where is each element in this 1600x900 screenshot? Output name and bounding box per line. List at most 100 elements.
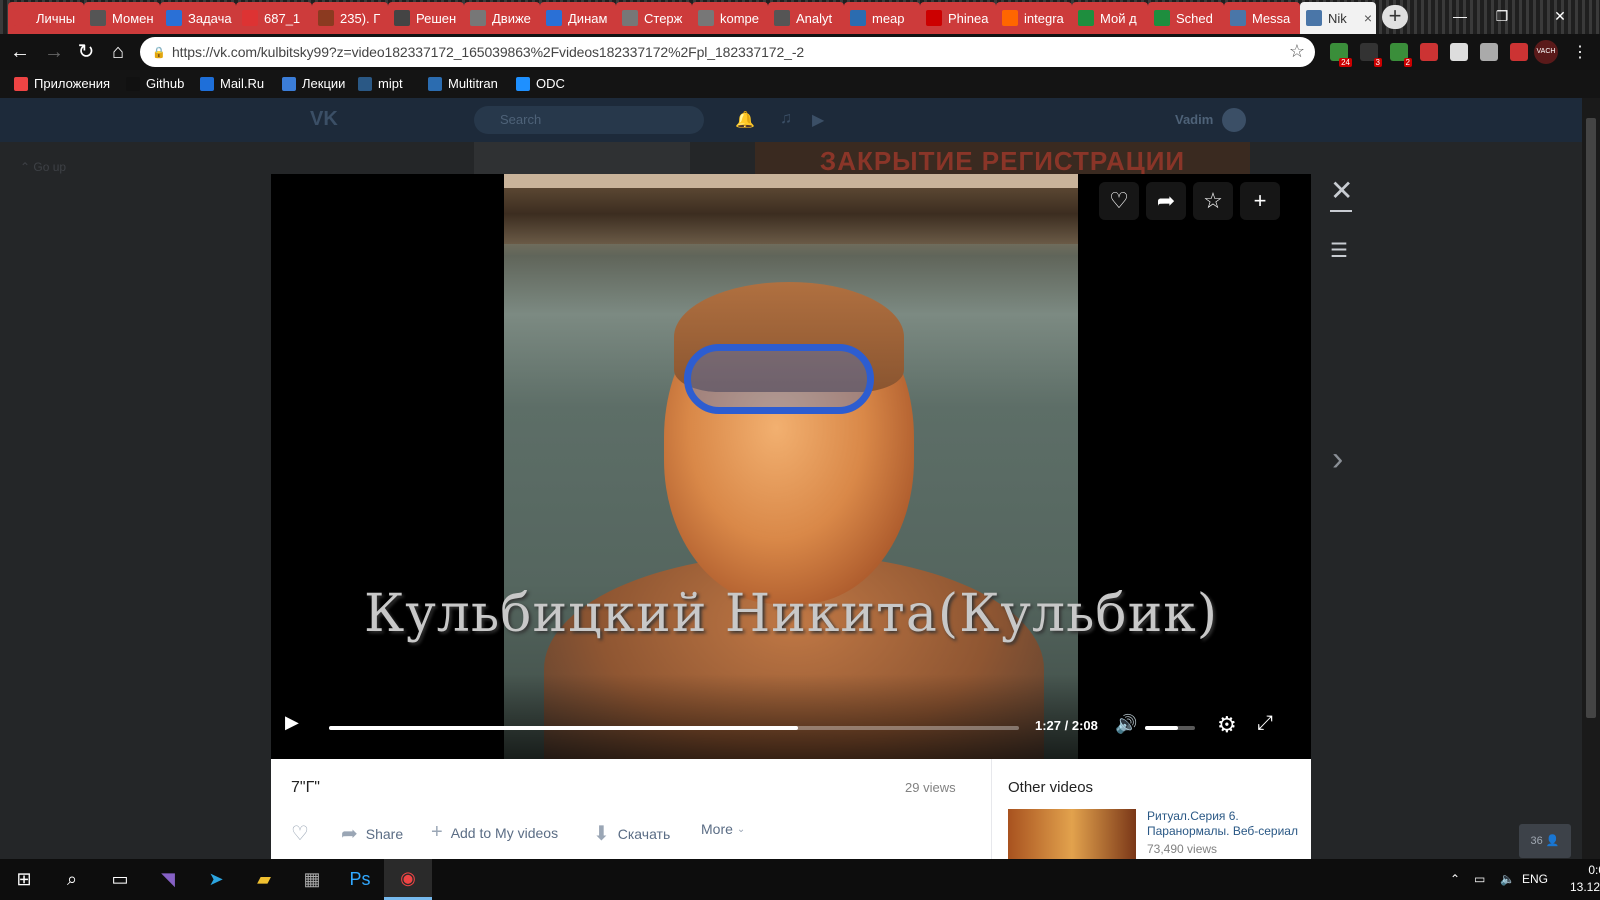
tab-10[interactable]: kompe xyxy=(692,2,768,34)
go-up-link[interactable]: ⌃ Go up xyxy=(20,160,66,174)
tab-6[interactable]: Решен xyxy=(388,2,464,34)
tab-1[interactable]: Личны xyxy=(8,2,84,34)
user-name[interactable]: Vadim xyxy=(1175,112,1213,127)
favorite-video-button[interactable]: ☆ xyxy=(1193,182,1233,220)
extension-icon-7[interactable] xyxy=(1510,43,1528,61)
url-text[interactable]: https://vk.com/kulbitsky99?z=video182337… xyxy=(172,44,804,60)
extension-icon-6[interactable] xyxy=(1480,43,1498,61)
share-button[interactable]: ➦ Share xyxy=(341,821,403,846)
playlist-icon[interactable]: ☰ xyxy=(1330,238,1348,263)
minimize-player-icon[interactable] xyxy=(1330,210,1352,212)
other-video-thumbnail[interactable] xyxy=(1008,809,1136,859)
extension-icon-2[interactable]: 3 xyxy=(1360,43,1382,67)
bookmark-2[interactable]: Github xyxy=(126,76,184,91)
download-button[interactable]: ⬇ Скачать xyxy=(593,821,670,846)
tab-5[interactable]: 235). Г xyxy=(312,2,388,34)
tab-16[interactable]: Sched xyxy=(1148,2,1224,34)
photoshop-icon[interactable]: Ps xyxy=(336,859,384,900)
tab-14[interactable]: integra xyxy=(996,2,1072,34)
chrome-icon[interactable]: ◉ xyxy=(384,859,432,900)
minimize-button[interactable]: — xyxy=(1440,4,1480,28)
notifications-bell-icon[interactable]: 🔔 xyxy=(735,110,755,130)
extension-icon-3[interactable]: 2 xyxy=(1390,43,1412,67)
clock-time[interactable]: 0:02 xyxy=(1570,863,1600,877)
bookmark-6[interactable]: Multitran xyxy=(428,76,498,91)
tab-8[interactable]: Динам xyxy=(540,2,616,34)
tab-2[interactable]: Момен xyxy=(84,2,160,34)
close-window-button[interactable]: ✕ xyxy=(1540,4,1580,28)
address-bar[interactable]: 🔒 https://vk.com/kulbitsky99?z=video1823… xyxy=(140,37,1315,67)
extension-icon-1[interactable]: 24 xyxy=(1330,43,1352,67)
maximize-button[interactable]: ❐ xyxy=(1482,4,1522,28)
progress-fill xyxy=(329,726,799,730)
back-button[interactable]: ← xyxy=(8,40,32,64)
share-video-button[interactable]: ➦ xyxy=(1146,182,1186,220)
tab-12[interactable]: meap xyxy=(844,2,920,34)
progress-bar[interactable] xyxy=(329,726,1019,730)
video-player[interactable]: Кульбицкий Никита(Кульбик) ♡ ➦ ☆ + ▶ 1:2… xyxy=(271,174,1311,759)
bookmark-4[interactable]: Лекции xyxy=(282,76,345,91)
viewers-count-badge[interactable]: 36 👤 xyxy=(1519,824,1571,858)
tab-7[interactable]: Движе xyxy=(464,2,540,34)
forward-button[interactable]: → xyxy=(42,40,66,64)
close-tab-icon[interactable]: × xyxy=(1364,10,1372,26)
extension-icon-4[interactable] xyxy=(1420,43,1438,61)
tab-18[interactable]: Nik × xyxy=(1300,2,1376,34)
video-icon[interactable]: ▶ xyxy=(812,110,824,130)
bookmark-7[interactable]: ODC xyxy=(516,76,565,91)
volume-tray-icon[interactable]: 🔈 xyxy=(1500,872,1515,886)
clock-date[interactable]: 13.12.2018 xyxy=(1560,880,1600,894)
windows-start-icon[interactable]: ⊞ xyxy=(0,859,48,900)
bookmark-5[interactable]: mipt xyxy=(358,76,403,91)
play-button[interactable]: ▶ xyxy=(285,712,299,733)
browser-toolbar: ← → ↻ ⌂ 🔒 https://vk.com/kulbitsky99?z=v… xyxy=(0,34,1600,70)
more-button[interactable]: More ⌄ xyxy=(701,821,745,837)
vk-search-input[interactable]: Search xyxy=(474,106,704,134)
other-video-title[interactable]: Ритуал.Серия 6. Паранормалы. Веб-сериал xyxy=(1147,809,1307,839)
language-indicator[interactable]: ENG xyxy=(1522,872,1548,886)
tab-17[interactable]: Messa xyxy=(1224,2,1300,34)
bookmark-1[interactable]: Приложения xyxy=(14,76,110,91)
close-player-icon[interactable]: ✕ xyxy=(1330,174,1353,207)
profile-avatar[interactable]: VACH xyxy=(1534,40,1558,64)
tab-9[interactable]: Стерж xyxy=(616,2,692,34)
next-video-chevron-icon[interactable]: › xyxy=(1332,440,1343,479)
page-scrollbar[interactable] xyxy=(1582,98,1600,859)
add-video-button[interactable]: + xyxy=(1240,182,1280,220)
tab-15[interactable]: Мой д xyxy=(1072,2,1148,34)
heart-icon: ♡ xyxy=(1109,188,1129,213)
volume-icon[interactable]: 🔊 xyxy=(1115,714,1137,735)
telegram-icon[interactable]: ➤ xyxy=(192,859,240,900)
menu-icon[interactable]: ⋮ xyxy=(1572,42,1588,62)
search-icon[interactable]: ⌕ xyxy=(48,859,96,900)
vk-logo[interactable]: VK xyxy=(310,108,338,131)
texmaker-icon[interactable]: ▦ xyxy=(288,859,336,900)
scrollbar-thumb[interactable] xyxy=(1586,118,1596,718)
fullscreen-icon[interactable]: ⤢ xyxy=(1257,712,1273,735)
battery-icon[interactable]: ▭ xyxy=(1474,872,1485,886)
visual-studio-icon[interactable]: ◥ xyxy=(144,859,192,900)
bookmark-3[interactable]: Mail.Ru xyxy=(200,76,264,91)
like-video-button[interactable]: ♡ xyxy=(1099,182,1139,220)
extension-icon-5[interactable] xyxy=(1450,43,1468,61)
new-tab-button[interactable]: + xyxy=(1382,5,1408,29)
add-to-my-videos-button[interactable]: + Add to My videos xyxy=(431,821,558,844)
tab-13[interactable]: Phinea xyxy=(920,2,996,34)
task-view-icon[interactable]: ▭ xyxy=(96,859,144,900)
home-button[interactable]: ⌂ xyxy=(106,40,130,64)
file-explorer-icon[interactable]: ▰ xyxy=(240,859,288,900)
reload-button[interactable]: ↻ xyxy=(74,40,98,64)
user-avatar[interactable] xyxy=(1222,108,1246,132)
bookmark-label: Приложения xyxy=(34,76,111,91)
settings-gear-icon[interactable]: ⚙ xyxy=(1217,712,1237,738)
tab-label: 235). Г xyxy=(340,10,381,26)
wikipedia-icon xyxy=(774,10,790,26)
tab-3[interactable]: Задача xyxy=(160,2,236,34)
tray-chevron-icon[interactable]: ⌃ xyxy=(1450,872,1460,886)
tab-4[interactable]: 687_1 xyxy=(236,2,312,34)
music-icon[interactable]: ♫ xyxy=(780,110,792,128)
volume-slider[interactable] xyxy=(1145,726,1195,730)
like-button[interactable]: ♡ xyxy=(291,821,317,846)
bookmark-star-icon[interactable]: ☆ xyxy=(1289,41,1305,62)
tab-11[interactable]: Analyt xyxy=(768,2,844,34)
